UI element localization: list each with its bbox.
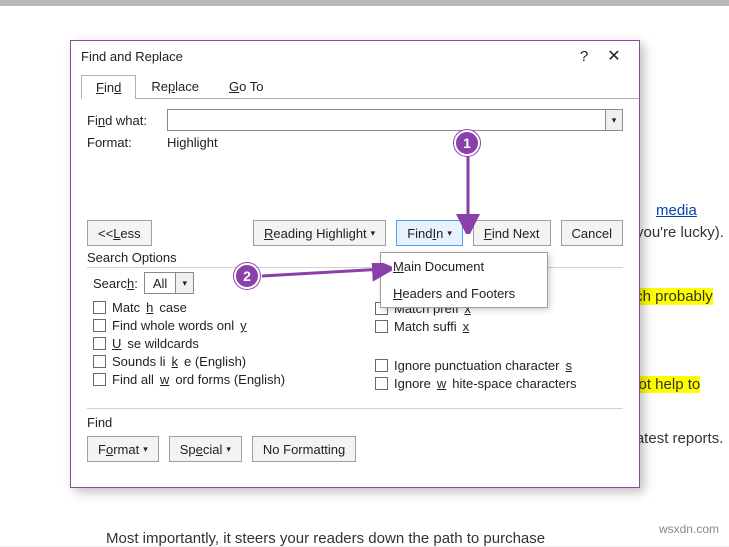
whole-words-checkbox[interactable]: Find whole words only (93, 318, 335, 333)
sounds-like-checkbox[interactable]: Sounds like (English) (93, 354, 335, 369)
tab-strip: Find Replace Go To (81, 73, 639, 99)
arrow-icon (262, 263, 392, 289)
find-in-button[interactable]: Find In▾ (396, 220, 463, 246)
no-formatting-button[interactable]: No Formatting (252, 436, 356, 462)
match-suffix-checkbox[interactable]: Match suffix (375, 319, 617, 334)
callout-1: 1 (454, 130, 480, 156)
find-section-title: Find (87, 415, 623, 430)
find-what-field[interactable]: ▾ (167, 109, 623, 131)
close-button[interactable]: ✕ (599, 41, 629, 73)
titlebar: Find and Replace ? ✕ (71, 41, 639, 73)
format-label: Format: (87, 135, 167, 150)
doc-bottom-line: Most importantly, it steers your readers… (106, 530, 545, 547)
find-next-button[interactable]: Find Next (473, 220, 551, 246)
arrow-icon (454, 156, 482, 234)
tab-find[interactable]: Find (81, 75, 136, 99)
reading-highlight-button[interactable]: Reading Highlight▾ (253, 220, 386, 246)
callout-2: 2 (234, 263, 260, 289)
match-case-checkbox[interactable]: Match case (93, 300, 335, 315)
tab-replace[interactable]: Replace (136, 74, 214, 98)
less-button[interactable]: << Less (87, 220, 152, 246)
search-label: Search: (93, 276, 138, 291)
help-button[interactable]: ? (569, 41, 599, 73)
tab-goto[interactable]: Go To (214, 74, 278, 98)
all-forms-checkbox[interactable]: Find all word forms (English) (93, 372, 335, 387)
doc-fragment: you're lucky). (636, 224, 724, 241)
menu-headers-footers[interactable]: Headers and Footers (381, 280, 547, 307)
search-direction-value: All (145, 276, 175, 291)
find-what-input[interactable] (167, 109, 605, 131)
doc-link[interactable]: media (656, 202, 697, 219)
menu-main-document[interactable]: Main Document (381, 253, 547, 280)
ignore-space-checkbox[interactable]: Ignore white-space characters (375, 376, 617, 391)
find-section: Find Format▾ Format Special▾ Special No … (71, 409, 639, 474)
find-what-label: Find what: (87, 113, 167, 128)
chevron-down-icon[interactable]: ▾ (605, 109, 623, 131)
search-direction-select[interactable]: All ▾ (144, 272, 194, 294)
cancel-button[interactable]: Cancel (561, 220, 623, 246)
chevron-down-icon[interactable]: ▾ (175, 273, 193, 293)
format-button[interactable]: Format▾ (87, 436, 159, 462)
dialog-body: Find what: Find what: ▾ Format: Highligh… (71, 99, 639, 160)
watermark: wsxdn.com (659, 522, 719, 536)
format-value: Highlight (167, 135, 218, 150)
special-button[interactable]: Special▾ (169, 436, 242, 462)
button-bar: << Less << Less Reading Highlight▾ Readi… (71, 220, 639, 246)
ignore-punct-checkbox[interactable]: Ignore punctuation characters (375, 358, 617, 373)
dialog-title: Find and Replace (81, 41, 569, 73)
wildcards-checkbox[interactable]: Use wildcards (93, 336, 335, 351)
find-in-menu: Main Document Main Document Headers and … (380, 252, 548, 308)
